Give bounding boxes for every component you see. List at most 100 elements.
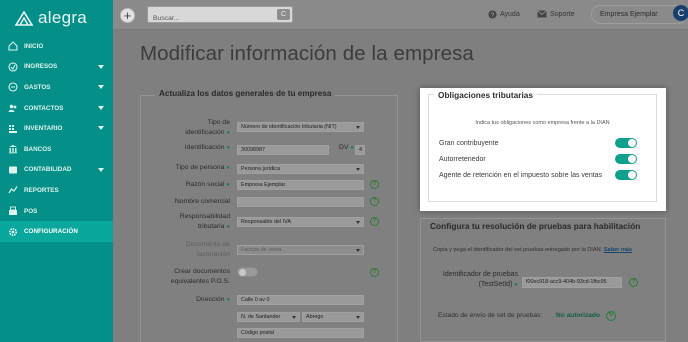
chevron-down-icon	[98, 64, 104, 69]
chevron-down-icon	[356, 316, 360, 319]
quick-add-button[interactable]: +	[120, 8, 135, 23]
pos-icon	[7, 206, 19, 216]
id-type-label-line1: Tipo de	[207, 119, 230, 126]
search-input[interactable]	[148, 11, 266, 26]
obligation-toggle-gran-contribuyente[interactable]	[615, 138, 637, 148]
bank-icon	[7, 144, 19, 154]
help-label: Ayuda	[500, 11, 520, 18]
sidebar-item-label: CONTABILIDAD	[24, 166, 72, 174]
person-type-label: Tipo de persona ●	[160, 163, 230, 173]
person-type-value: Persona jurídica	[241, 166, 280, 172]
test-set-title: Configura tu resolución de pruebas para …	[426, 221, 645, 231]
help-icon[interactable]: ?	[629, 278, 638, 287]
address-label: Dirección ●	[160, 295, 230, 305]
reports-icon	[7, 185, 19, 195]
search-button[interactable]: C	[277, 9, 290, 20]
required-mark: ●	[226, 165, 230, 171]
chevron-down-icon	[98, 85, 104, 90]
pos-documents-toggle[interactable]	[237, 267, 258, 277]
sidebar-item-inventario[interactable]: INVENTARIO	[0, 118, 113, 139]
id-label-text: Identificación	[184, 144, 225, 151]
sidebar-item-ingresos[interactable]: INGRESOS	[0, 57, 113, 78]
tax-obligations-title: Obligaciones tributarias	[434, 90, 537, 100]
id-input[interactable]: 30098987	[237, 145, 329, 155]
doc-label-line2: facturación	[196, 251, 230, 258]
sidebar-item-configuracin[interactable]: CONFIGURACIÓN	[0, 221, 113, 242]
learn-more-link[interactable]: Saber más	[604, 247, 632, 253]
test-set-desc-text: Copia y pega el identificador del set pr…	[433, 247, 603, 253]
required-mark: ●	[350, 145, 354, 151]
obligation-label: Agente de retención en el impuesto sobre…	[439, 172, 603, 179]
department-value: N. de Santander	[241, 314, 281, 320]
help-icon: ?	[488, 10, 497, 19]
sidebar-item-inicio[interactable]: INICIO	[0, 36, 113, 57]
test-set-id-input[interactable]: f00ec918-acc9-404b-93cd-1fbc95	[522, 277, 622, 288]
required-mark: ●	[226, 224, 230, 230]
help-icon[interactable]: ?	[370, 197, 379, 206]
chevron-down-icon	[292, 316, 296, 319]
alegra-logo[interactable]: alegra	[14, 8, 87, 28]
avatar[interactable]: C	[673, 5, 688, 21]
tax-responsibility-value: Responsable del IVA	[241, 219, 291, 225]
help-icon[interactable]: ?	[370, 268, 379, 277]
support-label: Soporte	[550, 10, 575, 18]
sidebar-item-contabilidad[interactable]: CONTABILIDAD	[0, 160, 113, 181]
help-icon[interactable]: ?	[370, 180, 379, 189]
sidebar-item-label: POS	[24, 207, 38, 215]
doc-label-line1: Documento de	[185, 241, 230, 248]
chevron-down-icon	[356, 249, 360, 252]
test-set-id-label-line2: (TestSetId)	[478, 281, 513, 288]
obligation-toggle-autorretenedor[interactable]	[615, 154, 637, 164]
tax-obligations-subtitle: Indica tus obligaciones como empresa fre…	[475, 120, 610, 126]
person-type-select[interactable]: Persona jurídica	[237, 164, 364, 174]
business-name-input[interactable]: Empresa Ejemplar	[237, 180, 364, 190]
chevron-down-icon	[356, 221, 360, 224]
alegra-logo-icon	[14, 10, 34, 26]
pos-label-line2: equivalentes P.O.S.	[170, 278, 230, 285]
invoice-document-value: Factura de venta	[241, 247, 282, 253]
sidebar-item-label: CONFIGURACIÓN	[24, 228, 78, 236]
inventory-icon	[7, 124, 19, 134]
sidebar-item-label: CONTACTOS	[24, 104, 64, 112]
resp-label-line1: Responsabilidad	[179, 213, 230, 220]
tax-obligations-panel: Obligaciones tributarias Indica tus obli…	[420, 88, 666, 211]
income-icon	[7, 62, 19, 72]
tax-responsibility-select[interactable]: Responsable del IVA	[237, 217, 364, 227]
trade-name-input[interactable]	[237, 197, 364, 207]
page-title: Modificar información de la empresa	[140, 42, 474, 65]
chevron-down-icon	[356, 168, 360, 171]
sidebar-item-label: INICIO	[24, 42, 44, 50]
trade-name-label-text: Nombre comercial	[174, 198, 230, 205]
sidebar-item-pos[interactable]: POS	[0, 201, 113, 222]
postal-code-input[interactable]: Código postal	[237, 328, 364, 338]
dv-input[interactable]: 4	[355, 145, 365, 155]
sidebar-item-label: REPORTES	[24, 186, 59, 194]
required-mark: ●	[226, 182, 230, 188]
sidebar-item-label: BANCOS	[24, 145, 52, 153]
sidebar-item-gastos[interactable]: GASTOS	[0, 77, 113, 98]
sidebar-item-reportes[interactable]: REPORTES	[0, 180, 113, 201]
sidebar-item-bancos[interactable]: BANCOS	[0, 139, 113, 160]
help-link[interactable]: ? Ayuda	[488, 10, 520, 19]
test-set-id-label-line1: Identificador de pruebas	[442, 271, 518, 278]
city-value: Abrego	[306, 314, 324, 320]
general-data-title: Actualiza los datos generales de tu empr…	[155, 89, 336, 98]
sidebar-nav: INICIO INGRESOS GASTOS CONTACTOS INVENTARIO B…	[0, 36, 113, 242]
department-select[interactable]: N. de Santander	[237, 312, 300, 322]
refresh-icon[interactable]: ↻	[606, 311, 616, 321]
person-type-label-text: Tipo de persona	[175, 164, 225, 171]
test-set-status-value: No autorizado	[556, 312, 600, 319]
support-link[interactable]: Soporte	[537, 10, 575, 18]
address-input[interactable]: Calle 0 av 0	[237, 295, 364, 305]
id-label: Identificación ●	[160, 143, 230, 153]
brand-name: alegra	[38, 8, 88, 27]
help-icon[interactable]: ?	[370, 217, 379, 226]
resp-label-line2: tributaria	[198, 223, 225, 230]
sidebar-item-contactos[interactable]: CONTACTOS	[0, 98, 113, 119]
obligation-toggle-agente-retencion[interactable]	[615, 170, 637, 180]
city-select[interactable]: Abrego	[302, 312, 364, 322]
id-type-label: Tipo de identificación ●	[160, 118, 230, 138]
id-type-select[interactable]: Número de identificación tributaria (NIT…	[237, 122, 364, 132]
business-name-label: Razón social ●	[160, 180, 230, 190]
chevron-down-icon	[98, 167, 104, 172]
